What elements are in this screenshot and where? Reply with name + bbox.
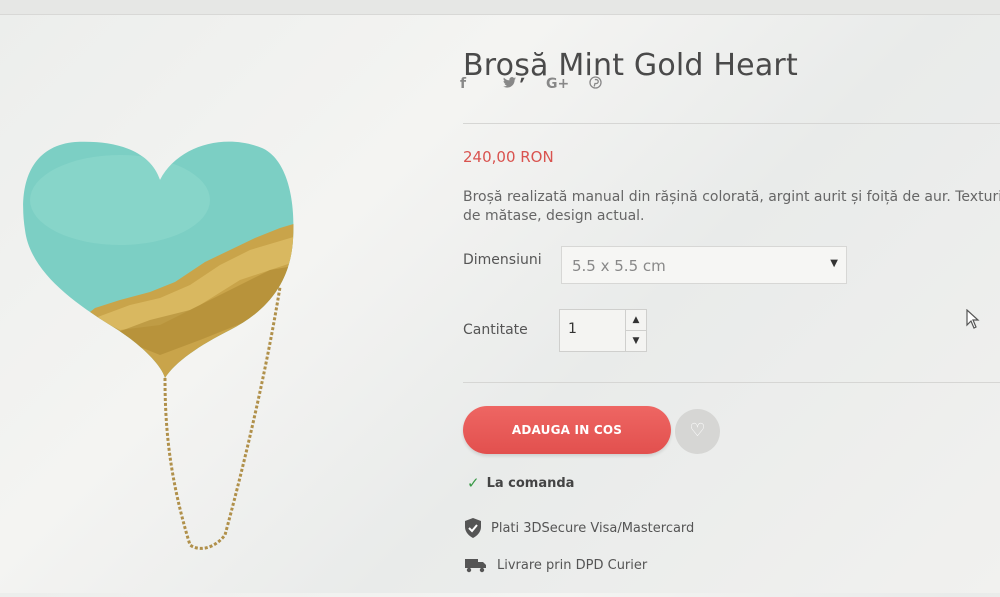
google-plus-icon[interactable]: G+	[546, 76, 589, 93]
quantity-input[interactable]: 1	[568, 321, 577, 337]
availability-text: La comanda	[486, 475, 575, 491]
quantity-label: Cantitate	[463, 322, 528, 338]
size-select-value: 5.5 x 5.5 cm	[572, 257, 666, 275]
pinterest-logo-icon	[589, 76, 602, 89]
wishlist-button[interactable]: ♡	[675, 409, 720, 454]
quantity-increase-button[interactable]: ▲	[626, 310, 646, 330]
truck-icon	[465, 559, 486, 573]
description-line: Broșă realizată manual din rășină colora…	[463, 189, 1000, 205]
social-share-bar: f G+	[460, 76, 632, 93]
quantity-decrease-button[interactable]: ▼	[626, 330, 646, 351]
product-description: Broșă realizată manual din rășină colora…	[463, 188, 1000, 226]
add-to-cart-button[interactable]: ADAUGA IN COS	[463, 406, 671, 454]
quantity-buttons: ▲ ▼	[625, 310, 646, 351]
product-image[interactable]	[0, 14, 440, 593]
delivery-info: Livrare prin DPD Curier	[465, 557, 647, 573]
facebook-icon[interactable]: f	[460, 76, 503, 93]
shield-check-icon	[465, 518, 481, 538]
description-line: de mătase, design actual.	[463, 208, 645, 224]
size-select[interactable]: 5.5 x 5.5 cm ▼	[561, 246, 847, 284]
heart-icon: ♡	[689, 420, 706, 441]
payment-info-text: Plati 3DSecure Visa/Mastercard	[491, 520, 695, 536]
delivery-info-text: Livrare prin DPD Curier	[497, 557, 648, 573]
availability-status: ✓ La comanda	[467, 474, 574, 492]
payment-info: Plati 3DSecure Visa/Mastercard	[465, 518, 694, 538]
size-label: Dimensiuni	[463, 252, 542, 268]
twitter-icon[interactable]	[503, 76, 546, 93]
social-divider	[463, 123, 1000, 124]
top-border	[0, 0, 1000, 15]
product-price: 240,00 RON	[463, 148, 554, 166]
brooch-illustration	[23, 141, 294, 550]
pinterest-icon[interactable]	[589, 76, 632, 93]
twitter-bird-icon	[503, 77, 516, 88]
mouse-cursor-icon	[966, 308, 980, 333]
options-divider	[463, 382, 1000, 383]
quantity-stepper[interactable]: 1 ▲ ▼	[559, 309, 647, 352]
chevron-down-icon: ▼	[830, 258, 838, 269]
check-icon: ✓	[467, 474, 480, 492]
